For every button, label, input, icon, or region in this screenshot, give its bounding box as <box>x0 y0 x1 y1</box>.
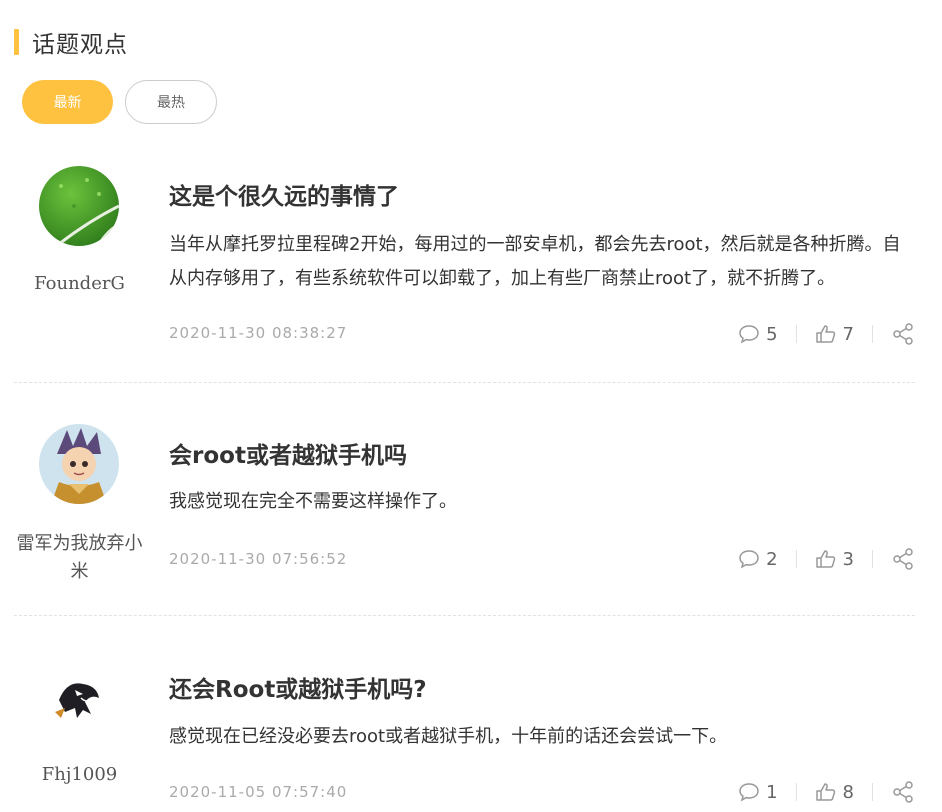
post-actions: 2 3 <box>738 547 915 571</box>
post-divider <box>14 615 915 616</box>
action-separator <box>872 550 873 568</box>
share-button[interactable] <box>891 780 915 804</box>
action-separator <box>872 325 873 343</box>
section-header: 话题观点 <box>14 28 128 58</box>
tab-hottest[interactable]: 最热 <box>125 80 217 124</box>
comment-button[interactable]: 2 <box>738 548 778 570</box>
post-title[interactable]: 还会Root或越狱手机吗? <box>169 670 427 704</box>
thumbs-up-icon <box>815 324 837 344</box>
post-timestamp: 2020-11-30 07:56:52 <box>169 550 348 568</box>
action-separator <box>795 325 797 343</box>
author-name[interactable]: Fhj1009 <box>14 761 145 789</box>
post-title[interactable]: 会root或者越狱手机吗 <box>169 436 407 470</box>
author-name[interactable]: 雷军为我放弃小米 <box>14 530 145 586</box>
comment-icon <box>738 324 760 344</box>
action-separator <box>872 783 873 801</box>
post-body: 当年从摩托罗拉里程碑2开始，每用过的一部安卓机，都会先去root，然后就是各种折… <box>169 234 901 289</box>
comment-button[interactable]: 1 <box>738 781 778 803</box>
thumbs-up-icon <box>815 549 837 569</box>
post-body: 感觉现在已经没必要去root或者越狱手机，十年前的话还会尝试一下。 <box>169 726 728 747</box>
comment-count: 2 <box>766 548 778 570</box>
tab-latest[interactable]: 最新 <box>22 80 113 124</box>
header-accent-bar <box>14 29 19 55</box>
share-button[interactable] <box>891 547 915 571</box>
post-actions: 1 8 <box>738 780 915 804</box>
post-timestamp: 2020-11-05 07:57:40 <box>169 783 348 801</box>
post-actions: 5 7 <box>738 322 915 346</box>
comment-count: 1 <box>766 781 778 803</box>
share-icon <box>891 780 915 804</box>
thumbs-up-icon <box>815 782 837 802</box>
post-body: 我感觉现在完全不需要这样操作了。 <box>169 491 457 512</box>
comment-icon <box>738 782 760 802</box>
action-separator <box>795 783 797 801</box>
comment-button[interactable]: 5 <box>738 323 778 345</box>
section-title: 话题观点 <box>32 32 128 58</box>
avatar[interactable] <box>39 658 119 738</box>
share-icon <box>891 547 915 571</box>
share-button[interactable] <box>891 322 915 346</box>
post-timestamp: 2020-11-30 08:38:27 <box>169 324 348 342</box>
like-count: 8 <box>842 781 854 803</box>
comment-count: 5 <box>766 323 778 345</box>
post-item: Fhj1009 还会Root或越狱手机吗? 感觉现在已经没必要去root或者越狱… <box>14 658 915 812</box>
post-item: 雷军为我放弃小米 会root或者越狱手机吗 我感觉现在完全不需要这样操作了。 2… <box>14 424 915 614</box>
share-icon <box>891 322 915 346</box>
author-name[interactable]: FounderG <box>14 270 145 298</box>
action-separator <box>795 550 797 568</box>
comment-icon <box>738 549 760 569</box>
like-button[interactable]: 8 <box>815 782 854 803</box>
like-button[interactable]: 7 <box>815 324 854 345</box>
like-count: 3 <box>842 548 854 570</box>
like-button[interactable]: 3 <box>815 549 854 570</box>
post-item: FounderG 这是个很久远的事情了 当年从摩托罗拉里程碑2开始，每用过的一部… <box>14 166 915 382</box>
avatar[interactable] <box>39 166 119 246</box>
avatar[interactable] <box>39 424 119 504</box>
post-divider <box>14 382 915 383</box>
post-title[interactable]: 这是个很久远的事情了 <box>169 177 399 211</box>
like-count: 7 <box>842 323 854 345</box>
